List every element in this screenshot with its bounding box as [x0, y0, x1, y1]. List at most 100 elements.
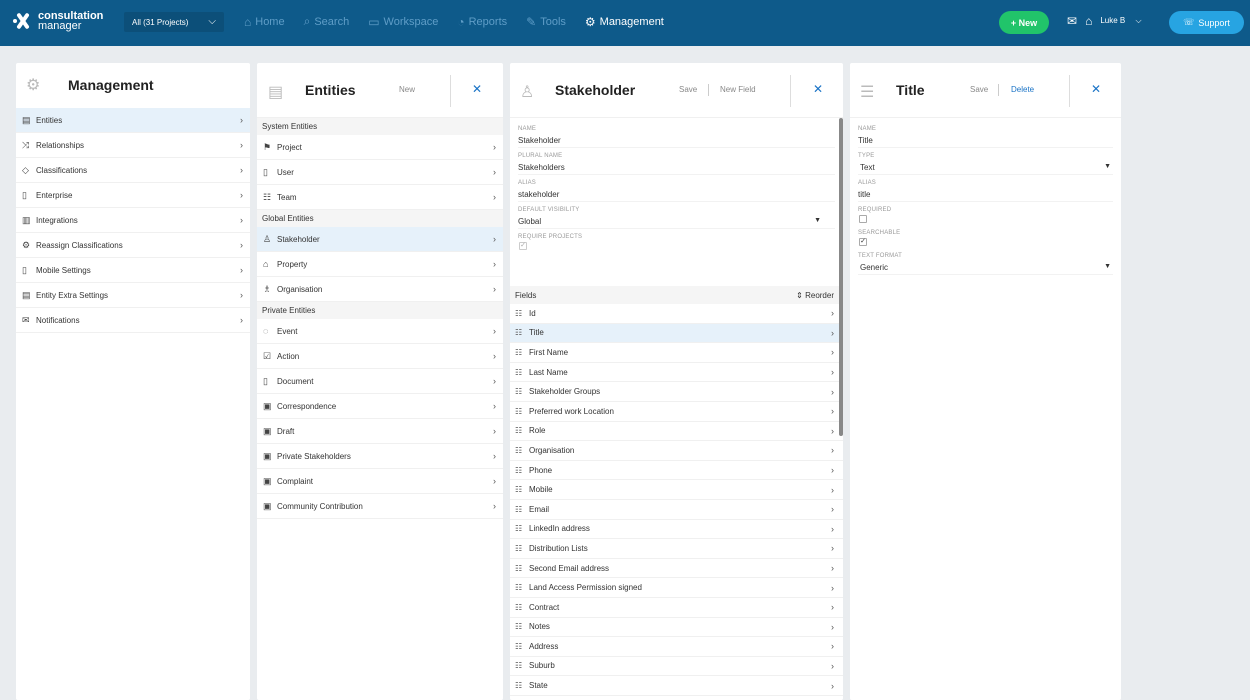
field-row-address[interactable]: ☷ Address ›	[510, 637, 843, 657]
entity-item-draft[interactable]: ▣ Draft ›	[257, 419, 503, 444]
field-row-email[interactable]: ☷ Email ›	[510, 500, 843, 520]
new-button[interactable]: + New	[999, 11, 1049, 34]
nav-label: Management	[599, 15, 664, 28]
nav-reports[interactable]: ◔ Reports	[457, 14, 507, 29]
close-icon[interactable]: ✕	[1091, 82, 1101, 96]
new-entity-button[interactable]: New	[399, 85, 415, 94]
mail-icon[interactable]: ✉	[1067, 14, 1077, 28]
name-field[interactable]: Stakeholder	[518, 132, 835, 148]
require-projects-label: REQUIRE PROJECTS	[518, 234, 583, 240]
entity-item-property[interactable]: ⌂ Property ›	[257, 252, 503, 277]
entity-item-document[interactable]: ▯ Document ›	[257, 369, 503, 394]
field-label: Email	[529, 504, 550, 514]
field-row-contract[interactable]: ☷ Contract ›	[510, 598, 843, 618]
field-row-phone[interactable]: ☷ Phone ›	[510, 461, 843, 481]
save-button[interactable]: Save	[970, 85, 988, 94]
management-item-integrations[interactable]: ▥ Integrations ›	[16, 208, 250, 233]
entity-item-project[interactable]: ⚑ Project ›	[257, 135, 503, 160]
support-button[interactable]: ☏ Support	[1169, 11, 1244, 34]
default-visibility-select[interactable]: Global ▼	[518, 213, 835, 229]
alias-field[interactable]: stakeholder	[518, 186, 835, 202]
entity-item-event[interactable]: ◌ Event ›	[257, 319, 503, 344]
stakeholder-panel: ♙ Stakeholder Save New Field ✕ NAME Stak…	[510, 63, 843, 700]
searchable-checkbox[interactable]: ✓	[859, 238, 867, 246]
require-projects-checkbox[interactable]: ✓	[519, 242, 527, 250]
entity-item-private-stakeholders[interactable]: ▣ Private Stakeholders ›	[257, 444, 503, 469]
header-divider	[790, 75, 791, 107]
plural-name-field[interactable]: Stakeholders	[518, 159, 835, 175]
field-row-stakeholder-groups[interactable]: ☷ Stakeholder Groups ›	[510, 382, 843, 402]
field-row-preferred-work-location[interactable]: ☷ Preferred work Location ›	[510, 402, 843, 422]
entity-item-complaint[interactable]: ▣ Complaint ›	[257, 469, 503, 494]
field-row-land-access-permission-signed[interactable]: ☷ Land Access Permission signed ›	[510, 578, 843, 598]
field-row-organisation[interactable]: ☷ Organisation ›	[510, 441, 843, 461]
project-select[interactable]: All (31 Projects) ⌵	[124, 12, 224, 32]
field-row-role[interactable]: ☷ Role ›	[510, 422, 843, 442]
management-item-notifications[interactable]: ✉ Notifications ›	[16, 308, 250, 333]
field-row-title[interactable]: ☷ Title ›	[510, 323, 843, 344]
field-row-state[interactable]: ☷ State ›	[510, 676, 843, 696]
fields-scrollbar[interactable]	[839, 118, 843, 436]
entity-item-user[interactable]: ▯ User ›	[257, 160, 503, 185]
entity-item-team[interactable]: ☷ Team ›	[257, 185, 503, 210]
type-select[interactable]: Text ▼	[858, 159, 1113, 175]
nav-label: Tools	[540, 15, 566, 28]
nav-management[interactable]: ⚙ Management	[585, 14, 664, 29]
chevron-right-icon: ›	[240, 240, 243, 250]
management-title: Management	[68, 77, 154, 93]
field-row-notes[interactable]: ☷ Notes ›	[510, 618, 843, 638]
entity-item-community-contribution[interactable]: ▣ Community Contribution ›	[257, 494, 503, 519]
entity-item-organisation[interactable]: ♗ Organisation ›	[257, 277, 503, 302]
nav-workspace[interactable]: ▭ Workspace	[368, 14, 438, 29]
alias-field[interactable]: title	[858, 186, 1113, 202]
close-icon[interactable]: ✕	[813, 82, 823, 96]
nav-tools[interactable]: ✎ Tools	[526, 14, 566, 29]
inbox-icon[interactable]: ⌂	[1085, 14, 1092, 28]
entity-item-correspondence[interactable]: ▣ Correspondence ›	[257, 394, 503, 419]
field-row-id[interactable]: ☷ Id ›	[510, 304, 843, 324]
entity-label: Organisation	[277, 284, 323, 294]
delete-button[interactable]: Delete	[1011, 85, 1034, 94]
entity-label: Draft	[277, 426, 295, 436]
chevron-right-icon: ›	[831, 445, 834, 456]
field-row-linkedin-address[interactable]: ☷ LinkedIn address ›	[510, 520, 843, 540]
entity-icon: ♙	[263, 233, 272, 244]
chevron-right-icon: ›	[831, 406, 834, 417]
entity-item-action[interactable]: ☑ Action ›	[257, 344, 503, 369]
name-label: NAME	[518, 126, 537, 132]
nav-search[interactable]: ⌕ Search	[304, 14, 350, 29]
management-item-reassign-classifications[interactable]: ⚙ Reassign Classifications ›	[16, 233, 250, 258]
management-item-enterprise[interactable]: ▯ Enterprise ›	[16, 183, 250, 208]
text-format-select[interactable]: Generic ▼	[858, 259, 1113, 275]
item-label: Entity Extra Settings	[36, 290, 109, 300]
close-icon[interactable]: ✕	[472, 82, 482, 96]
app-logo[interactable]: consultation manager	[12, 10, 103, 32]
management-item-classifications[interactable]: ◇ Classifications ›	[16, 158, 250, 183]
entity-label: Event	[277, 326, 298, 336]
field-row-distribution-lists[interactable]: ☷ Distribution Lists ›	[510, 539, 843, 559]
save-button[interactable]: Save	[679, 85, 697, 94]
field-row-mobile[interactable]: ☷ Mobile ›	[510, 480, 843, 500]
stakeholder-properties: NAME Stakeholder PLURAL NAME Stakeholder…	[510, 118, 843, 286]
chevron-right-icon: ›	[831, 641, 834, 652]
chevron-right-icon: ›	[493, 284, 496, 294]
required-checkbox[interactable]	[859, 215, 867, 223]
name-field[interactable]: Title	[858, 132, 1113, 148]
field-row-last-name[interactable]: ☷ Last Name ›	[510, 363, 843, 383]
section-header: Global Entities	[257, 210, 503, 227]
field-row-first-name[interactable]: ☷ First Name ›	[510, 343, 843, 363]
management-item-entities[interactable]: ▤ Entities ›	[16, 108, 250, 133]
menu-lines-icon: ☰	[860, 84, 875, 101]
chevron-right-icon: ›	[493, 426, 496, 436]
new-field-button[interactable]: New Field	[720, 85, 756, 94]
management-item-entity-extra-settings[interactable]: ▤ Entity Extra Settings ›	[16, 283, 250, 308]
reorder-button[interactable]: ⇕ Reorder	[796, 291, 834, 300]
user-menu[interactable]: Luke B ⌵	[1100, 16, 1141, 26]
list-bullets-icon: ☷	[515, 543, 523, 553]
nav-home[interactable]: ⌂ Home	[244, 14, 285, 29]
entity-item-stakeholder[interactable]: ♙ Stakeholder ›	[257, 227, 503, 252]
field-row-second-email-address[interactable]: ☷ Second Email address ›	[510, 559, 843, 579]
management-item-relationships[interactable]: ⤨ Relationships ›	[16, 133, 250, 158]
field-row-suburb[interactable]: ☷ Suburb ›	[510, 657, 843, 677]
management-item-mobile-settings[interactable]: ▯ Mobile Settings ›	[16, 258, 250, 283]
